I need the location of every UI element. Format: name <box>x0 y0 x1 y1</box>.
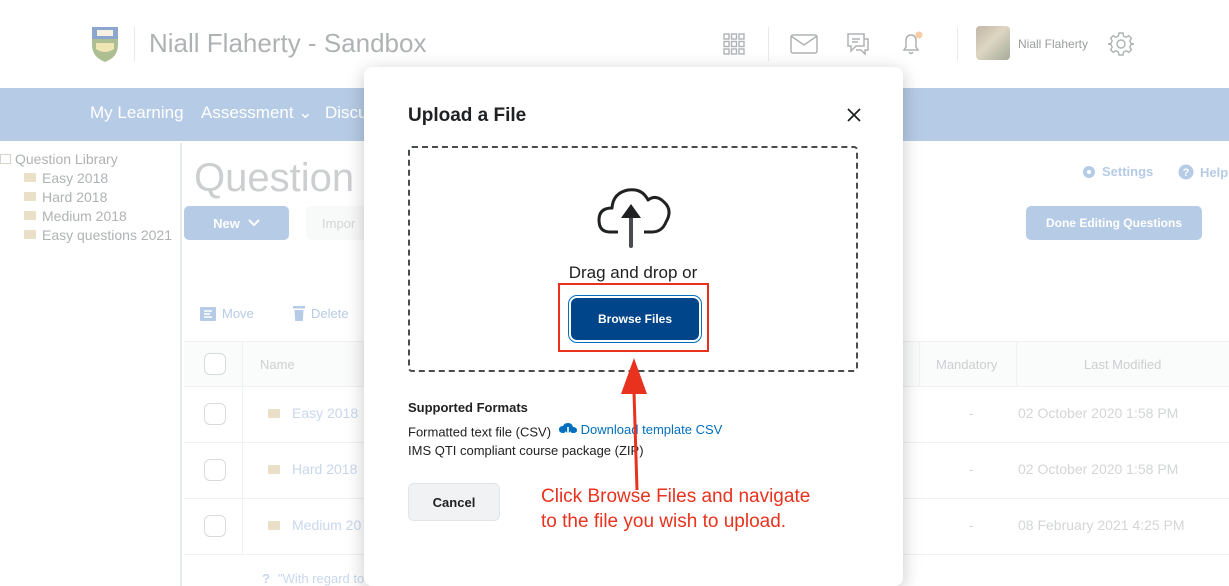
download-template-link[interactable]: Download template CSV <box>558 422 723 437</box>
download-template-label: Download template CSV <box>580 422 723 437</box>
drop-zone-text: Drag and drop or <box>568 263 698 282</box>
annotation-line-2: to the file you wish to upload. <box>541 511 787 532</box>
annotation-text: Click Browse Files and navigate to the f… <box>541 484 810 534</box>
cancel-button[interactable]: Cancel <box>408 483 500 521</box>
format-csv-text: Formatted text file (CSV) <box>408 424 552 440</box>
cloud-download-icon <box>558 422 577 436</box>
format-csv-line: Formatted text file (CSV) Download templ… <box>408 422 722 440</box>
annotation-highlight-box <box>558 283 709 352</box>
close-icon[interactable] <box>842 103 866 127</box>
annotation-line-1: Click Browse Files and navigate <box>541 486 811 507</box>
supported-formats-heading: Supported Formats <box>408 400 528 415</box>
dialog-title: Upload a File <box>408 105 527 126</box>
cloud-upload-icon <box>597 188 671 248</box>
format-zip-line: IMS QTI compliant course package (ZIP) <box>408 443 644 458</box>
